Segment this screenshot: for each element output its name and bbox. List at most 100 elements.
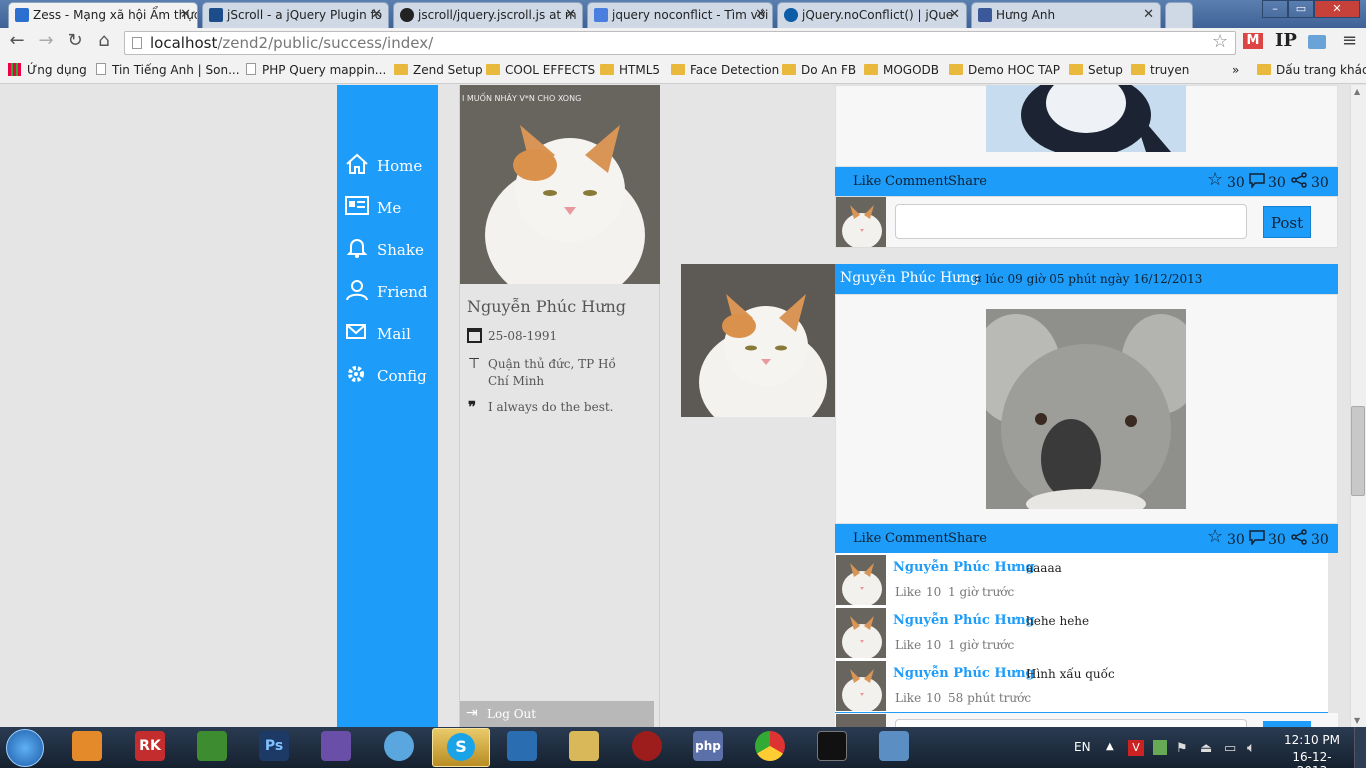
chrome-icon[interactable] <box>755 731 785 761</box>
comment-link[interactable]: Comment <box>885 531 949 546</box>
nav-item-config[interactable]: Config <box>345 363 427 391</box>
close-window-button[interactable]: ✕ <box>1314 0 1360 18</box>
media-player-icon[interactable] <box>72 731 102 761</box>
speech-bubble-icon[interactable] <box>1249 173 1265 188</box>
bookmark-folder[interactable]: MOGODB <box>864 63 939 77</box>
post-1-photo[interactable] <box>986 85 1186 152</box>
rk-app-icon[interactable]: RK <box>135 731 165 761</box>
home-icon[interactable]: ⌂ <box>92 30 116 51</box>
visual-studio-icon[interactable] <box>321 731 351 761</box>
close-tab-icon[interactable]: ✕ <box>949 7 960 22</box>
photoshop-icon[interactable]: Ps <box>259 731 289 761</box>
minimize-button[interactable]: – <box>1262 0 1288 18</box>
volume-icon[interactable]: 🔈︎ <box>1247 740 1255 756</box>
scroll-down-arrow[interactable]: ▼ <box>1354 716 1360 725</box>
start-button[interactable] <box>6 729 44 767</box>
network-icon[interactable]: ▭ <box>1224 741 1236 756</box>
comment-author[interactable]: Nguyễn Phúc Hưng <box>893 560 1035 575</box>
close-tab-icon[interactable]: ✕ <box>371 7 382 22</box>
like-link[interactable]: Like <box>853 174 881 189</box>
tab-github[interactable]: jscroll/jquery.jscroll.js at m ✕ <box>393 2 583 28</box>
commenter-avatar[interactable] <box>836 555 886 605</box>
close-tab-icon[interactable]: ✕ <box>1143 7 1154 22</box>
image-viewer-icon[interactable] <box>879 731 909 761</box>
nav-item-friend[interactable]: Friend <box>345 279 428 307</box>
antivirus-tray-icon[interactable]: V <box>1128 740 1144 756</box>
bookmark-folder[interactable]: HTML5 <box>600 63 660 77</box>
share-icon[interactable] <box>1291 529 1307 545</box>
action-center-icon[interactable]: ⚑ <box>1176 741 1188 756</box>
other-bookmarks[interactable]: Dấu trang khác <box>1257 63 1366 77</box>
nav-item-home[interactable]: Home <box>345 153 422 181</box>
forward-icon[interactable]: → <box>34 30 58 51</box>
dolphin-app-icon[interactable] <box>507 731 537 761</box>
profile-photo[interactable]: I MUỐN NHẢY V*N CHO XONG <box>460 85 660 284</box>
speech-bubble-icon[interactable] <box>1249 530 1265 545</box>
menu-icon[interactable]: ≡ <box>1342 30 1357 51</box>
bookmark-folder[interactable]: Face Detection <box>671 63 779 77</box>
close-tab-icon[interactable]: ✕ <box>755 7 766 22</box>
comment-input[interactable] <box>895 719 1247 727</box>
new-tab-button[interactable] <box>1165 2 1193 28</box>
bookmark-item[interactable]: PHP Query mappin... <box>246 63 386 77</box>
comment-like-link[interactable]: Like <box>895 585 921 599</box>
scroll-up-arrow[interactable]: ▲ <box>1354 87 1360 96</box>
like-link[interactable]: Like <box>853 531 881 546</box>
nvidia-icon[interactable] <box>197 731 227 761</box>
show-desktop-button[interactable] <box>1354 727 1366 768</box>
commenter-avatar[interactable] <box>836 608 886 658</box>
logout-button[interactable]: ⇥ Log Out <box>460 701 654 727</box>
input-language[interactable]: EN <box>1074 740 1091 754</box>
bookmark-folder[interactable]: COOL EFFECTS <box>486 63 595 77</box>
skype-taskbar-button[interactable]: S <box>432 728 490 767</box>
tray-expand-icon[interactable]: ▲ <box>1106 741 1114 752</box>
reload-icon[interactable]: ↻ <box>63 30 87 51</box>
post-2-photo[interactable] <box>986 309 1186 509</box>
post-2-author-photo[interactable] <box>681 264 835 417</box>
share-icon[interactable] <box>1291 172 1307 188</box>
bookmark-apps[interactable]: Ứng dụng <box>8 63 87 77</box>
close-tab-icon[interactable]: ✕ <box>565 7 576 22</box>
post-2-author[interactable]: Nguyễn Phúc Hưng <box>840 270 979 286</box>
share-link[interactable]: Share <box>948 174 987 189</box>
php-icon[interactable]: php <box>693 731 723 761</box>
nav-item-mail[interactable]: Mail <box>345 321 411 349</box>
bookmark-folder[interactable]: truyen <box>1131 63 1189 77</box>
commenter-avatar[interactable] <box>836 714 886 727</box>
comment-like-link[interactable]: Like <box>895 691 921 705</box>
bookmark-folder[interactable]: Setup <box>1069 63 1123 77</box>
tab-jquery[interactable]: jQuery.noConflict() | jQue ✕ <box>777 2 967 28</box>
app-icon[interactable] <box>384 731 414 761</box>
bookmarks-overflow-button[interactable]: » <box>1232 63 1239 77</box>
tab-google[interactable]: jquery noconflict - Tìm với ✕ <box>587 2 773 28</box>
tab-jscroll[interactable]: jScroll - a jQuery Plugin fo ✕ <box>202 2 389 28</box>
clock-date[interactable]: 16-12-2013 <box>1280 750 1344 768</box>
star-icon[interactable]: ☆ <box>1207 526 1223 547</box>
bookmark-folder[interactable]: Do An FB <box>782 63 856 77</box>
nav-item-shake[interactable]: Shake <box>345 237 424 265</box>
comment-like-link[interactable]: Like <box>895 638 921 652</box>
tab-facebook[interactable]: Hưng Anh ✕ <box>971 2 1161 28</box>
comment-author[interactable]: Nguyễn Phúc Hưng <box>893 613 1035 628</box>
comment-input[interactable] <box>895 204 1247 239</box>
close-tab-icon[interactable]: ✕ <box>180 7 191 22</box>
bookmark-folder[interactable]: Demo HOC TAP <box>949 63 1060 77</box>
tab-zess[interactable]: Zess - Mạng xã hội Ẩm thực ✕ <box>8 2 198 28</box>
commenter-avatar[interactable] <box>836 661 886 711</box>
file-explorer-icon[interactable] <box>569 731 599 761</box>
post-button[interactable]: Post <box>1263 206 1311 238</box>
bookmark-star-icon[interactable]: ☆ <box>1212 31 1228 52</box>
share-link[interactable]: Share <box>948 531 987 546</box>
clock-time[interactable]: 12:10 PM <box>1282 733 1342 747</box>
scrollbar-thumb[interactable] <box>1351 406 1365 496</box>
back-icon[interactable]: ← <box>5 30 29 51</box>
bookmark-folder[interactable]: Zend Setup <box>394 63 483 77</box>
usb-icon[interactable]: ⏏ <box>1200 741 1212 756</box>
command-prompt-icon[interactable] <box>817 731 847 761</box>
comment-link[interactable]: Comment <box>885 174 949 189</box>
app-icon[interactable] <box>632 731 662 761</box>
commenter-avatar[interactable] <box>836 197 886 247</box>
star-icon[interactable]: ☆ <box>1207 169 1223 190</box>
ip-extension-icon[interactable]: IP <box>1275 30 1297 51</box>
bookmark-item[interactable]: Tin Tiếng Anh | Son... <box>96 63 240 77</box>
